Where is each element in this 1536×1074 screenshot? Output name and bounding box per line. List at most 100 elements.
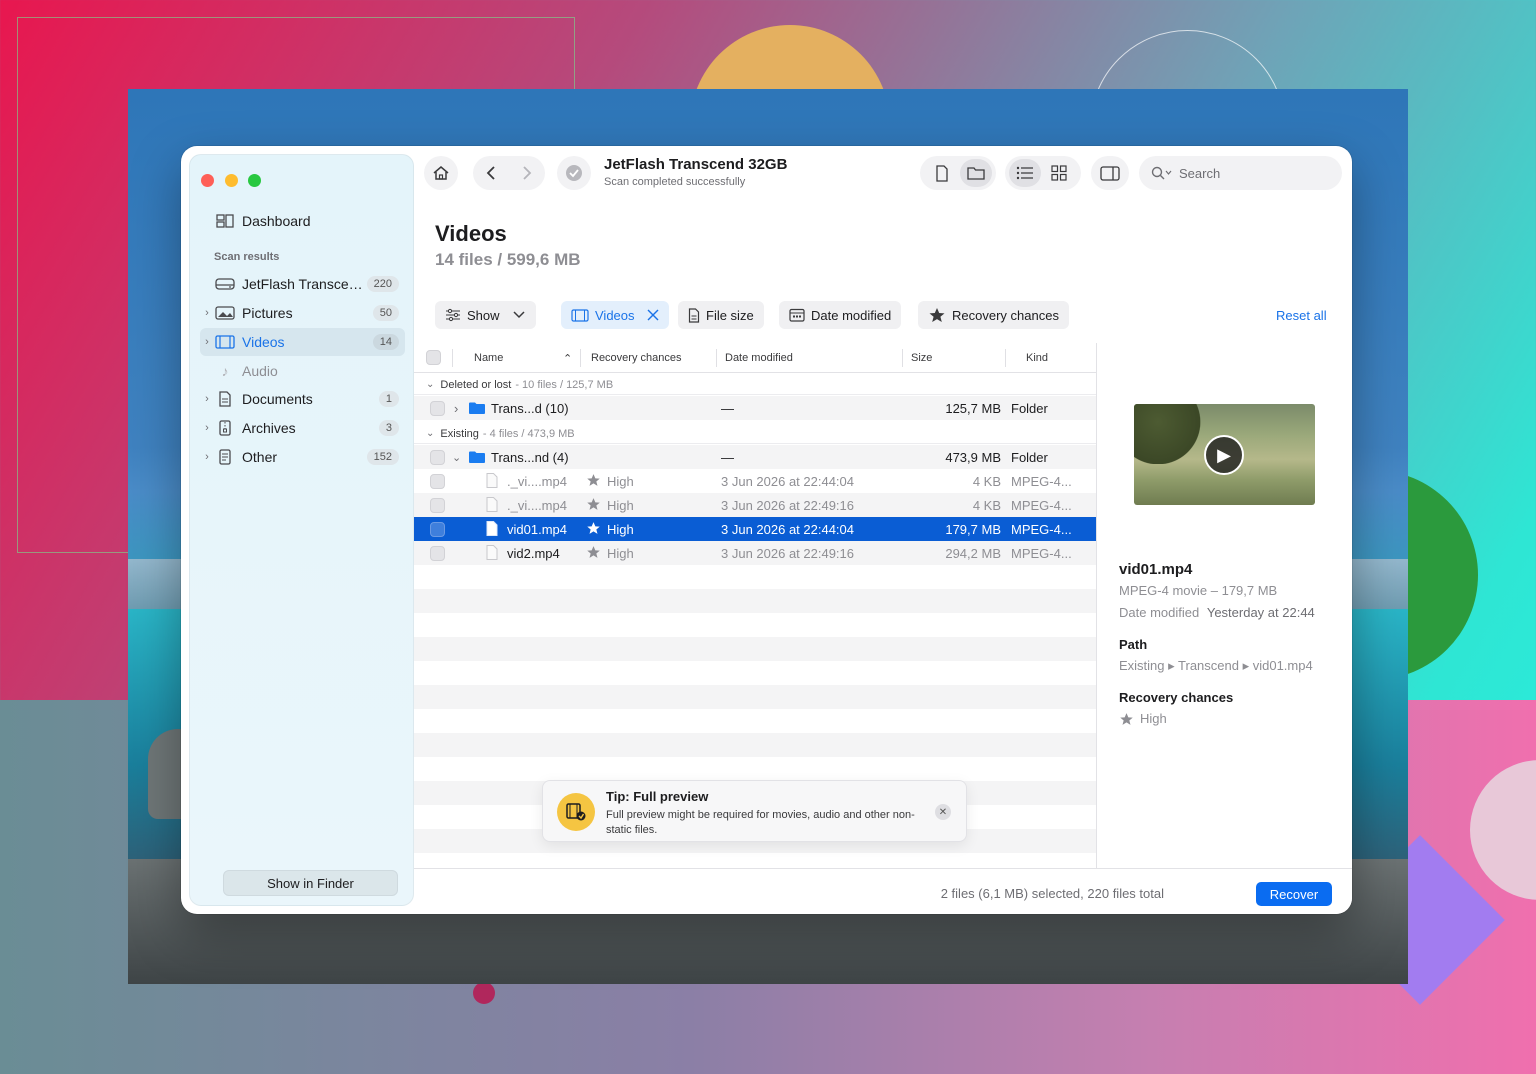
sidebar-item-audio[interactable]: ♪ Audio — [200, 357, 405, 385]
column-header-kind[interactable]: Kind — [1026, 352, 1048, 364]
play-icon[interactable]: ▶ — [1204, 435, 1244, 475]
star-icon — [586, 545, 601, 562]
row-checkbox[interactable] — [430, 498, 445, 513]
toggle-preview-pane-button[interactable] — [1091, 156, 1129, 190]
column-header-date-modified[interactable]: Date modified — [725, 352, 793, 364]
folder-icon — [469, 402, 485, 417]
folder-icon — [469, 451, 485, 466]
remove-filter-icon[interactable] — [647, 309, 659, 321]
film-icon — [571, 308, 589, 322]
close-icon[interactable]: ✕ — [935, 804, 951, 820]
sidebar-item-dashboard[interactable]: Dashboard — [200, 207, 405, 235]
sidebar-item-label: JetFlash Transcend 32GB — [242, 276, 367, 292]
column-header-recovery-chances[interactable]: Recovery chances — [591, 352, 682, 364]
preview-path-value: Existing ▸ Transcend ▸ vid01.mp4 — [1119, 658, 1313, 673]
list-icon — [1016, 166, 1033, 180]
show-in-finder-button[interactable]: Show in Finder — [223, 870, 398, 896]
chevron-right-icon[interactable]: › — [454, 401, 458, 416]
zoom-window-button[interactable] — [248, 174, 261, 187]
group-header-deleted[interactable]: ⌄ Deleted or lost - 10 files / 125,7 MB — [414, 375, 1096, 395]
music-note-icon: ♪ — [221, 363, 229, 379]
file-name: vid2.mp4 — [507, 546, 560, 561]
recovery-chances-filter-label: Recovery chances — [952, 307, 1059, 323]
chevron-down-icon[interactable]: ⌄ — [452, 451, 461, 464]
chevron-right-icon[interactable]: › — [200, 393, 214, 405]
table-row[interactable]: › Trans...d (10) — 125,7 MB Folder — [414, 396, 1096, 420]
recover-button[interactable]: Recover — [1256, 882, 1332, 906]
row-checkbox[interactable] — [430, 450, 445, 465]
chevron-down-icon[interactable]: ⌄ — [426, 379, 434, 390]
folder-view-button[interactable] — [960, 159, 992, 187]
sidebar-item-other[interactable]: › Other 152 — [200, 443, 405, 471]
chevron-right-icon[interactable]: › — [200, 451, 214, 463]
scan-status-button[interactable] — [557, 156, 591, 190]
table-header: Name ⌃ Recovery chances Date modified Si… — [414, 343, 1096, 373]
folder-icon — [967, 167, 985, 180]
sidebar-item-documents[interactable]: › Documents 1 — [200, 385, 405, 413]
count-badge: 1 — [378, 391, 399, 407]
sidebar-item-archives[interactable]: › Archives 3 — [200, 414, 405, 442]
show-filter-label: Show — [467, 307, 500, 323]
file-size-filter-button[interactable]: File size — [678, 301, 764, 329]
column-separator — [902, 349, 903, 367]
chevron-right-icon[interactable]: › — [200, 307, 214, 319]
show-filter-button[interactable]: Show — [435, 301, 536, 329]
sidebar-item-label: Archives — [242, 420, 296, 436]
film-preview-icon — [557, 793, 595, 831]
chevron-right-icon[interactable]: › — [200, 422, 214, 434]
file-view-button[interactable] — [924, 164, 960, 182]
chevron-down-icon — [513, 311, 525, 319]
file-size: 125,7 MB — [945, 401, 1001, 416]
file-name: ._vi....mp4 — [507, 498, 567, 513]
sliders-icon — [446, 308, 460, 322]
preview-path-label: Path — [1119, 637, 1148, 652]
home-button[interactable] — [424, 156, 458, 190]
forward-button[interactable] — [509, 165, 545, 181]
table-row-selected[interactable]: vid01.mp4 High 3 Jun 2026 at 22:44:04 17… — [414, 517, 1096, 541]
reset-all-link[interactable]: Reset all — [1276, 308, 1327, 323]
table-row[interactable]: ⌄ Trans...nd (4) — 473,9 MB Folder — [414, 445, 1096, 469]
list-view-button[interactable] — [1009, 159, 1041, 187]
table-row[interactable]: ._vi....mp4 High 3 Jun 2026 at 22:49:16 … — [414, 493, 1096, 517]
table-row[interactable]: vid2.mp4 High 3 Jun 2026 at 22:49:16 294… — [414, 541, 1096, 565]
video-thumbnail[interactable]: ▶ — [1134, 404, 1315, 505]
column-header-size[interactable]: Size — [911, 352, 932, 364]
minimize-window-button[interactable] — [225, 174, 238, 187]
row-checkbox[interactable] — [430, 474, 445, 489]
chevron-down-icon[interactable]: ⌄ — [426, 428, 434, 439]
sidebar-item-pictures[interactable]: › Pictures 50 — [200, 299, 405, 327]
group-header-existing[interactable]: ⌄ Existing - 4 files / 473,9 MB — [414, 424, 1096, 444]
column-header-name[interactable]: Name — [474, 352, 503, 364]
row-checkbox[interactable] — [430, 522, 445, 537]
search-icon — [1151, 166, 1172, 180]
file-name: vid01.mp4 — [507, 522, 567, 537]
sidebar-item-videos[interactable]: › Videos 14 — [200, 328, 405, 356]
table-row[interactable]: ._vi....mp4 High 3 Jun 2026 at 22:44:04 … — [414, 469, 1096, 493]
sidebar-item-label: Pictures — [242, 305, 293, 321]
sidebar-item-drive[interactable]: JetFlash Transcend 32GB 220 — [200, 270, 405, 298]
search-input[interactable]: Search — [1139, 156, 1342, 190]
close-window-button[interactable] — [201, 174, 214, 187]
file-name: Trans...d (10) — [491, 401, 569, 416]
select-all-checkbox[interactable] — [426, 350, 441, 365]
row-checkbox[interactable] — [430, 401, 445, 416]
sidebar-item-label: Videos — [242, 334, 285, 350]
preview-date-label: Date modified — [1119, 605, 1200, 620]
file-kind: MPEG-4... — [1011, 474, 1072, 489]
history-nav — [473, 156, 545, 190]
dashboard-icon — [214, 213, 236, 229]
sidebar-item-label: Audio — [242, 363, 278, 379]
file-icon — [486, 521, 498, 539]
recovery-chances-filter-button[interactable]: Recovery chances — [918, 301, 1069, 329]
star-icon — [1120, 712, 1133, 725]
row-checkbox[interactable] — [430, 546, 445, 561]
back-button[interactable] — [473, 165, 509, 181]
videos-filter-chip[interactable]: Videos — [561, 301, 669, 329]
chevron-right-icon[interactable]: › — [200, 336, 214, 348]
date-modified-filter-button[interactable]: Date modified — [779, 301, 902, 329]
group-meta: - 4 files / 473,9 MB — [482, 427, 575, 440]
preview-date-row: Date modified Yesterday at 22:44 — [1119, 605, 1315, 620]
search-placeholder: Search — [1179, 165, 1221, 181]
grid-view-button[interactable] — [1041, 165, 1077, 181]
star-icon — [586, 497, 601, 514]
